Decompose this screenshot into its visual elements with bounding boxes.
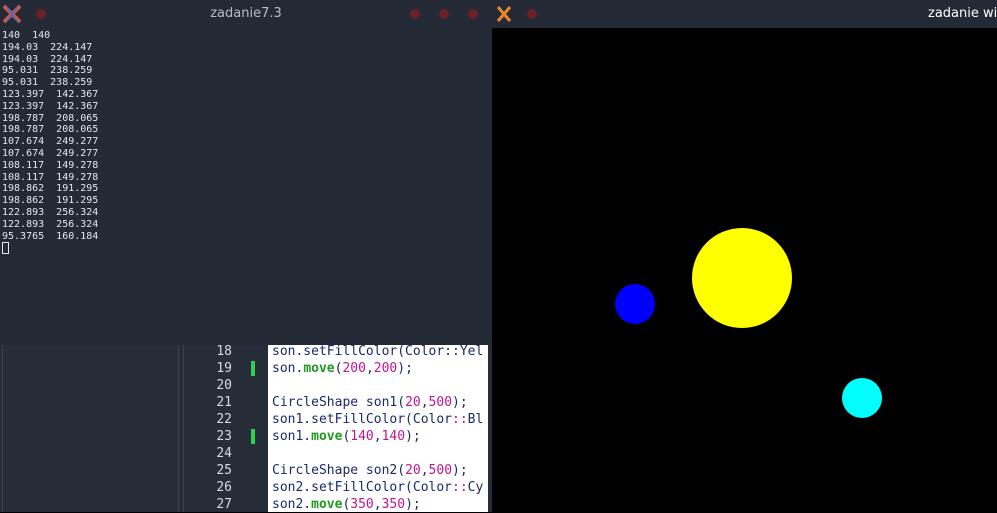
line-number: 22 [216, 412, 232, 427]
code-line: son2.move(350,350); [272, 496, 421, 512]
code-token: , [373, 429, 382, 444]
code-token: ); [405, 429, 421, 444]
code-line: CircleShape son1(20,500); [272, 394, 468, 411]
line-number-gutter: 18 19 20 21 22 23 24 25 26 27 [196, 344, 264, 512]
code-line: son1.move(140,140); [272, 428, 421, 445]
terminal-line: 108.117 149.278 [2, 159, 99, 171]
code-token: , [365, 361, 374, 376]
code-token: son2.setFillColor(Color [272, 480, 453, 495]
code-token: 500 [428, 395, 453, 410]
minimize-button[interactable] [410, 9, 420, 19]
terminal-line: 95.031 238.259 [2, 65, 93, 77]
sun-circle [692, 228, 792, 328]
code-token: son1.setFillColor(Color [272, 412, 453, 427]
code-token: move [303, 361, 335, 376]
terminal-line: 108.117 149.278 [2, 171, 99, 183]
code-token: ); [452, 463, 468, 478]
code-token: move [311, 429, 343, 444]
maximize-button[interactable] [439, 9, 449, 19]
terminal-line: 122.893 256.324 [2, 218, 99, 230]
code-line: son1.setFillColor(Color::Bl [272, 411, 483, 428]
code-token: :: [452, 480, 468, 495]
code-token: :: [452, 412, 468, 427]
code-token: 350 [381, 497, 406, 512]
blue-circle [615, 284, 655, 324]
terminal-output[interactable]: 140 140 194.03 224.147 194.03 224.147 95.03… [2, 30, 490, 342]
terminal-line: 107.674 249.277 [2, 136, 99, 148]
line-number: 18 [216, 344, 232, 359]
line-number: 25 [216, 463, 232, 478]
x-app-icon [496, 6, 512, 22]
code-token: 350 [350, 497, 374, 512]
code-token: 500 [428, 463, 453, 478]
terminal-cursor [2, 242, 9, 255]
line-number: 26 [216, 480, 232, 495]
code-token: Bl [467, 412, 484, 427]
code-token: son1. [272, 429, 312, 444]
code-token: 140 [381, 429, 406, 444]
terminal-line: 95.031 238.259 [2, 77, 93, 89]
code-token: , [420, 463, 429, 478]
panel-divider [183, 345, 184, 512]
code-token: 20 [405, 395, 421, 410]
code-line: son2.setFillColor(Color::Cy [272, 479, 483, 496]
line-number: 21 [216, 395, 232, 410]
close-button[interactable] [468, 9, 478, 19]
terminal-line: 198.862 191.295 [2, 195, 99, 207]
code-token: 200 [373, 361, 398, 376]
code-token: move [311, 497, 343, 512]
changed-line-marker [251, 361, 255, 376]
line-number: 19 [216, 361, 232, 376]
terminal-line: 123.397 142.367 [2, 88, 99, 100]
terminal-titlebar[interactable]: zadanie7.3 [0, 0, 492, 28]
line-number: 20 [216, 378, 232, 393]
code-token: son.setFillColor(Color::Yel [272, 345, 484, 359]
terminal-line: 198.787 208.065 [2, 112, 99, 124]
code-token: CircleShape son2( [272, 463, 406, 478]
code-token: son2. [272, 497, 312, 512]
terminal-line: 123.397 142.367 [2, 100, 99, 112]
code-token: 20 [405, 463, 421, 478]
code-token: Cy [467, 480, 484, 495]
cyan-circle [842, 378, 882, 418]
line-number: 23 [216, 429, 232, 444]
terminal-line: 95.3765 160.184 [2, 230, 99, 242]
render-canvas [492, 28, 997, 512]
terminal-line: 194.03 224.147 [2, 41, 93, 53]
code-token: ); [397, 361, 413, 376]
code-line: son.setFillColor(Color::Yel [272, 345, 483, 360]
terminal-line: 140 140 [2, 30, 51, 41]
code-editor[interactable]: son.setFillColor(Color::Yel son.move(200,… [268, 345, 488, 512]
code-token: ); [405, 497, 421, 512]
panel-divider [2, 345, 3, 512]
panel-divider [178, 345, 179, 512]
changed-line-marker [251, 429, 255, 444]
terminal-line: 122.893 256.324 [2, 206, 99, 218]
code-token: ); [452, 395, 468, 410]
graphics-window-title: zadanie win [928, 6, 997, 21]
terminal-line: 198.862 191.295 [2, 183, 99, 195]
code-token: son. [272, 361, 304, 376]
line-number: 24 [216, 446, 232, 461]
code-token: , [373, 497, 382, 512]
terminal-line: 198.787 208.065 [2, 124, 99, 136]
graphics-titlebar[interactable] [492, 0, 997, 28]
terminal-line: 107.674 249.277 [2, 147, 99, 159]
line-number: 27 [216, 497, 232, 512]
code-token: 200 [342, 361, 366, 376]
code-token: CircleShape son1( [272, 395, 406, 410]
terminal-line: 194.03 224.147 [2, 53, 93, 65]
code-line: son.move(200,200); [272, 360, 413, 377]
code-line: CircleShape son2(20,500); [272, 462, 468, 479]
code-token: , [420, 395, 429, 410]
code-token: 140 [350, 429, 374, 444]
titlebar-dot-icon[interactable] [527, 9, 537, 19]
